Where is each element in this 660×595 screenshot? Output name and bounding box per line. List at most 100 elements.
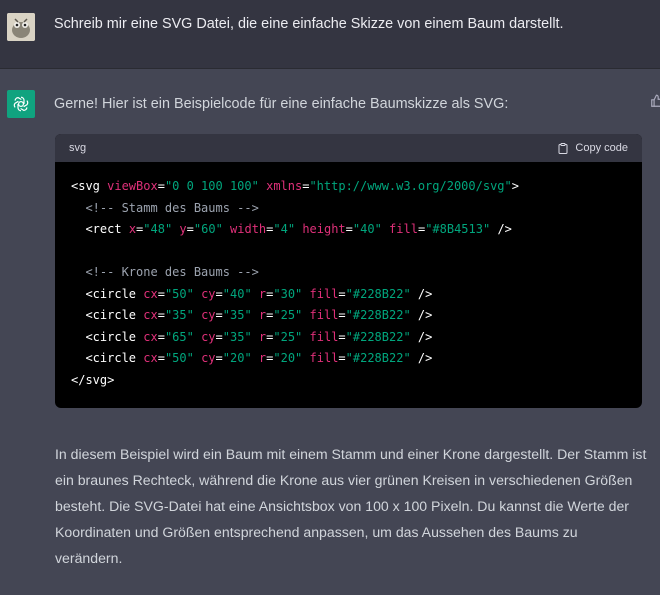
code-token-tag bbox=[194, 330, 201, 344]
code-token-str: "30" bbox=[273, 286, 303, 301]
code-token-tag bbox=[223, 222, 230, 236]
code-token-attr: fill bbox=[309, 286, 339, 301]
code-token-str: "0 0 100 100" bbox=[164, 179, 259, 193]
code-line: <circle cx="65" cy="35" r="25" fill="#22… bbox=[71, 327, 626, 349]
code-token-str: "65" bbox=[164, 329, 194, 344]
code-token-str: "4" bbox=[273, 222, 296, 236]
assistant-explanation-text: In diesem Beispiel wird ein Baum mit ein… bbox=[55, 446, 647, 566]
code-token-tag: /> bbox=[490, 222, 512, 236]
code-line: <circle cx="50" cy="40" r="30" fill="#22… bbox=[71, 284, 626, 306]
code-token-str: "25" bbox=[273, 329, 303, 344]
code-token-attr: cy bbox=[201, 351, 216, 365]
code-token-eq: = bbox=[215, 329, 223, 344]
code-token-eq: = bbox=[157, 308, 165, 322]
code-token-str: "http://www.w3.org/2000/svg" bbox=[309, 179, 512, 193]
code-token-eq: = bbox=[215, 351, 223, 365]
code-token-attr: xmlns bbox=[266, 179, 303, 193]
code-token-attr: cx bbox=[143, 308, 158, 322]
code-token-eq: = bbox=[186, 222, 194, 236]
code-token-str: "#228B22" bbox=[345, 286, 411, 301]
code-token-str: "60" bbox=[193, 222, 223, 236]
code-token-tag bbox=[194, 351, 201, 365]
code-token-attr: height bbox=[302, 222, 346, 236]
thumbs-up-icon[interactable] bbox=[650, 94, 660, 108]
code-line: <rect x="48" y="60" width="4" height="40… bbox=[71, 219, 626, 241]
code-token-tag bbox=[252, 330, 259, 344]
code-token-tag: /> bbox=[410, 286, 433, 301]
code-token-eq: = bbox=[338, 329, 346, 344]
copy-code-label: Copy code bbox=[575, 142, 628, 154]
code-language-label: svg bbox=[69, 142, 87, 154]
code-line: <svg viewBox="0 0 100 100" xmlns="http:/… bbox=[71, 176, 626, 198]
code-token-str: "#228B22" bbox=[345, 351, 411, 365]
code-token-attr: width bbox=[230, 222, 267, 236]
code-token-attr: y bbox=[179, 222, 187, 236]
code-token-attr: fill bbox=[389, 222, 418, 236]
code-token-str: "50" bbox=[164, 351, 194, 365]
code-token-str: "20" bbox=[273, 351, 303, 365]
code-token-attr: x bbox=[128, 222, 137, 236]
code-token-tag bbox=[252, 287, 259, 301]
code-token-str: "35" bbox=[222, 329, 252, 344]
code-content[interactable]: <svg viewBox="0 0 100 100" xmlns="http:/… bbox=[55, 162, 642, 391]
code-token-tag bbox=[382, 222, 389, 236]
code-token-tag: <circle bbox=[85, 286, 144, 301]
code-token-str: "35" bbox=[164, 308, 194, 322]
code-token-eq: = bbox=[338, 286, 346, 301]
code-token-str: "#228B22" bbox=[345, 308, 411, 322]
code-token-tag bbox=[252, 351, 259, 365]
code-token-eq: = bbox=[345, 222, 353, 236]
copy-code-button[interactable]: Copy code bbox=[557, 142, 628, 155]
code-token-tag: <circle bbox=[85, 308, 144, 322]
code-token-tag bbox=[252, 308, 259, 322]
code-token-tag: <rect bbox=[85, 222, 129, 236]
clipboard-icon bbox=[558, 142, 568, 154]
code-token-str: "25" bbox=[273, 308, 303, 322]
code-token-tag bbox=[302, 308, 309, 322]
user-message-row: Schreib mir eine SVG Datei, die eine ein… bbox=[0, 0, 660, 69]
code-token-tag: /> bbox=[410, 329, 433, 344]
code-line: </svg> bbox=[71, 370, 626, 392]
code-token-attr: cy bbox=[201, 329, 216, 344]
code-token-attr: cx bbox=[143, 351, 158, 365]
code-token-tag: <svg bbox=[71, 179, 108, 193]
code-token-tag bbox=[302, 330, 309, 344]
code-token-attr: fill bbox=[309, 308, 339, 322]
code-token-tag: /> bbox=[410, 351, 433, 365]
code-token-str: "20" bbox=[222, 351, 252, 365]
code-token-tag bbox=[194, 287, 201, 301]
user-message-text: Schreib mir eine SVG Datei, die eine ein… bbox=[54, 16, 564, 32]
code-line: <circle cx="50" cy="20" r="20" fill="#22… bbox=[71, 348, 626, 370]
code-token-tag: <circle bbox=[85, 329, 144, 344]
code-token-eq: = bbox=[215, 286, 223, 301]
code-token-str: "50" bbox=[164, 286, 194, 301]
code-token-str: "#8B4513" bbox=[425, 222, 491, 236]
code-token-attr: fill bbox=[309, 351, 339, 365]
code-token-str: "40" bbox=[222, 286, 252, 301]
code-block: svg Copy code <svg viewBox="0 0 100 100"… bbox=[55, 134, 642, 408]
code-token-attr: cx bbox=[143, 329, 158, 344]
code-token-tag: /> bbox=[410, 308, 433, 322]
code-token-tag: </svg> bbox=[71, 372, 115, 387]
openai-logo-icon bbox=[7, 90, 35, 118]
assistant-message-row: Gerne! Hier ist ein Beispielcode für ein… bbox=[0, 69, 660, 595]
code-token-str: "35" bbox=[222, 308, 252, 322]
code-token-attr: cy bbox=[201, 286, 216, 301]
code-token-tag bbox=[259, 179, 266, 193]
code-token-com: <!-- Krone des Baums --> bbox=[85, 265, 259, 279]
code-token-attr: fill bbox=[309, 329, 339, 344]
code-token-eq: = bbox=[157, 286, 165, 301]
code-token-eq: = bbox=[157, 179, 165, 193]
code-token-eq: = bbox=[338, 351, 346, 365]
code-token-attr: cx bbox=[143, 286, 158, 301]
user-avatar-icon bbox=[7, 13, 35, 41]
code-line: <circle cx="35" cy="35" r="25" fill="#22… bbox=[71, 305, 626, 327]
code-line: <!-- Krone des Baums --> bbox=[71, 262, 626, 284]
code-token-attr: cy bbox=[201, 308, 216, 322]
code-token-tag: <circle bbox=[85, 351, 144, 365]
code-token-tag bbox=[302, 351, 309, 365]
code-token-attr: viewBox bbox=[107, 179, 158, 193]
code-token-tag: > bbox=[511, 179, 519, 193]
code-token-eq: = bbox=[157, 329, 165, 344]
